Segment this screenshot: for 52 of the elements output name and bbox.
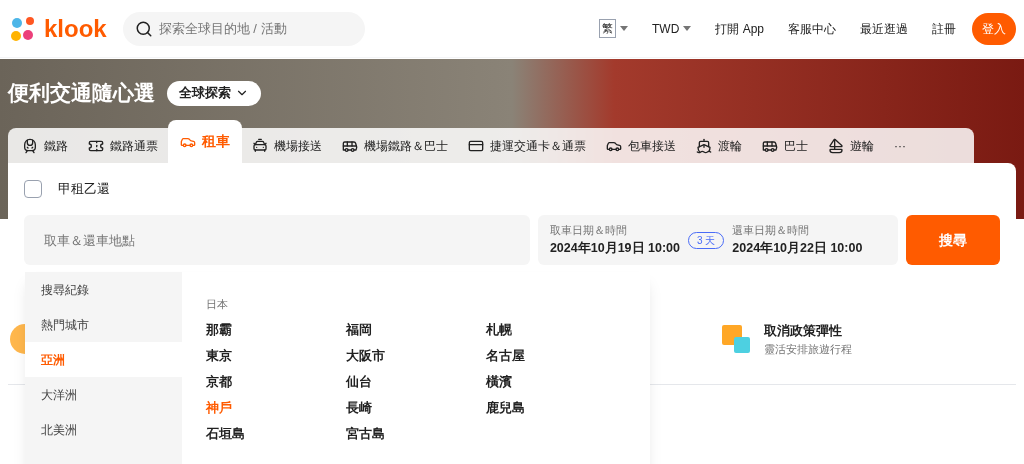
transport-tab[interactable]: 包車接送: [596, 128, 686, 163]
taxi-icon: [252, 137, 268, 154]
city-link[interactable]: 京都: [206, 372, 346, 399]
region-item[interactable]: 搜尋紀錄: [25, 272, 182, 307]
transport-tab[interactable]: 捷運交通卡＆通票: [458, 128, 596, 163]
caret-icon: [620, 26, 628, 31]
transport-tab[interactable]: 機場接送: [242, 128, 332, 163]
search-field[interactable]: 探索全球目的地 / 活動: [122, 11, 365, 46]
city-link[interactable]: 札幌: [486, 320, 626, 347]
return-label: 還車日期＆時間: [732, 223, 811, 239]
city-link[interactable]: 東京: [206, 346, 346, 373]
return-date: 2024年10月22日 10:00: [732, 239, 863, 257]
region-item[interactable]: 大洋洲: [25, 377, 182, 412]
currency-selector[interactable]: TWD: [652, 19, 692, 38]
transport-tab[interactable]: 機場鐵路＆巴士: [332, 128, 458, 163]
city-link[interactable]: 鹿兒島: [486, 398, 626, 425]
transport-tab[interactable]: 鐵路通票: [78, 128, 168, 163]
ship-icon: [696, 137, 712, 154]
nav-link[interactable]: 最近逛過: [860, 19, 908, 38]
city-link[interactable]: 福岡: [346, 320, 486, 347]
pickup-label: 取車日期＆時間: [549, 223, 628, 239]
city-link[interactable]: 名古屋: [486, 346, 626, 373]
transport-tab[interactable]: 鐵路: [12, 128, 78, 163]
translate-icon: [720, 323, 752, 355]
transport-tab[interactable]: ···: [884, 128, 916, 163]
hero-title: 便利交通隨心選: [8, 80, 155, 107]
date-range-field[interactable]: 取車日期＆時間 2024年10月19日 10:00 3 天 還車日期＆時間 2024年10月22日 10:00: [537, 215, 899, 265]
city-link[interactable]: 仙台: [346, 372, 486, 399]
nav-link[interactable]: 註冊: [932, 19, 956, 38]
region-item[interactable]: 熱門城市: [25, 307, 182, 342]
city-link[interactable]: 大阪市: [346, 346, 486, 373]
country-heading: 日本: [206, 297, 229, 312]
region-item[interactable]: 北美洲: [25, 412, 182, 447]
city-link[interactable]: 那霸: [206, 320, 346, 347]
transport-tab[interactable]: 巴士: [752, 128, 818, 163]
transport-tab[interactable]: 渡輪: [686, 128, 752, 163]
city-link[interactable]: 石垣島: [206, 424, 346, 451]
checkbox-label: 甲租乙還: [58, 180, 110, 199]
pickup-date: 2024年10月19日 10:00: [549, 239, 680, 257]
feature-subtitle: 靈活安排旅遊行程: [764, 341, 852, 357]
transport-tab[interactable]: 遊輪: [818, 128, 884, 163]
boat-icon: [828, 137, 844, 154]
nav-link[interactable]: 打開 App: [715, 19, 764, 38]
train-icon: [22, 137, 38, 154]
checkbox[interactable]: [24, 180, 42, 198]
caret-icon: [683, 26, 692, 31]
location-field[interactable]: 取車＆還車地點: [24, 215, 530, 265]
city-link[interactable]: 長崎: [346, 398, 486, 425]
nav-link[interactable]: 客服中心: [788, 19, 836, 38]
city-link[interactable]: 橫濱: [486, 372, 626, 399]
feature-title: 取消政策彈性: [764, 322, 843, 340]
city-link[interactable]: 宮古島: [346, 424, 486, 451]
